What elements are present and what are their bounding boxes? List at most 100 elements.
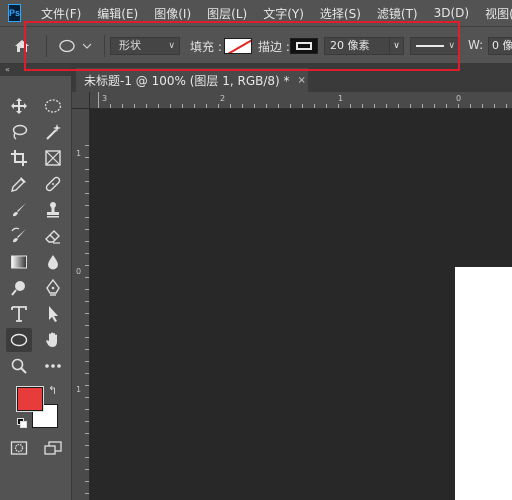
document-tab[interactable]: 未标题-1 @ 100% (图层 1, RGB/8) * × [76,68,308,92]
stroke-type-select[interactable]: ∨ [410,37,460,55]
ruler-tick [422,104,423,108]
menu-3d[interactable]: 3D(D) [434,6,469,20]
frame-tool[interactable] [40,146,66,170]
ruler-tick [398,104,399,108]
ruler-tick [98,92,99,108]
history-brush-tool[interactable] [6,224,32,248]
ruler-tick [494,104,495,108]
pen-tool[interactable] [40,276,66,300]
home-icon [15,40,29,52]
fill-color-swatch[interactable] [224,38,252,54]
foreground-color-swatch[interactable] [16,386,44,412]
eyedropper-tool[interactable] [6,172,32,196]
zoom-tool[interactable] [6,354,32,378]
ruler-tick [85,145,89,146]
divider [46,35,47,57]
lasso-tool[interactable] [6,120,32,144]
options-bar: 形状 ∨ 填充 : 描边 : 20 像素 ∨ ∨ W: 0 像 [0,26,512,64]
ruler-tick [350,104,351,108]
tools-panel-collapse[interactable]: « [0,64,71,76]
ruler-tick [434,104,435,108]
menu-image[interactable]: 图像(I) [154,5,191,22]
water-drop-icon [48,255,58,270]
ruler-tick [85,481,89,482]
menu-select[interactable]: 选择(S) [320,5,361,22]
stroke-label: 描边 : [258,40,290,54]
ruler-tick [446,104,447,108]
menu-file[interactable]: 文件(F) [41,5,81,22]
horizontal-ruler[interactable]: 3 2 1 0 [90,92,512,109]
ruler-tick [85,493,89,494]
crop-tool[interactable] [6,146,32,170]
ruler-tick [85,409,89,410]
ruler-tick [85,349,89,350]
ruler-tick [85,313,89,314]
ruler-tick [470,104,471,108]
ruler-tick [85,397,89,398]
ruler-tick [254,104,255,108]
dodge-icon [11,281,25,296]
ruler-tick [302,104,303,108]
magic-wand-tool[interactable] [40,120,66,144]
blur-tool[interactable] [40,250,66,274]
photoshop-logo: Ps [8,4,22,22]
ruler-tick [134,104,135,108]
move-tool[interactable] [6,94,32,118]
clone-stamp-tool[interactable] [40,198,66,222]
elliptical-marquee-tool[interactable] [40,94,66,118]
screen-mode-button[interactable] [40,436,66,460]
fill-label: 填充 : [190,40,222,54]
document-canvas[interactable] [455,267,512,500]
gradient-tool[interactable] [6,250,32,274]
type-tool[interactable] [6,302,32,326]
ruler-tick [85,205,89,206]
ruler-label: 0 [456,94,462,103]
ruler-tick [482,104,483,108]
ruler-tick [85,193,89,194]
move-icon [11,98,27,114]
menu-layer[interactable]: 图层(L) [207,5,247,22]
frame-icon [45,150,61,166]
home-button[interactable] [10,35,34,57]
vertical-ruler[interactable]: 1 0 1 [72,109,90,500]
menu-edit[interactable]: 编辑(E) [97,5,138,22]
ruler-label: 1 [76,385,82,394]
tool-mode-value: 形状 [119,39,141,52]
swap-colors-icon[interactable]: ↰ [48,384,57,397]
path-selection-tool[interactable] [40,302,66,326]
ruler-tick [85,217,89,218]
ruler-tick [85,325,89,326]
menu-view[interactable]: 视图(V) [485,5,512,22]
ruler-tick [146,104,147,108]
tool-preset-picker[interactable] [58,36,100,56]
ruler-tick [182,104,183,108]
width-input[interactable]: 0 像 [488,37,512,55]
hand-icon [46,332,57,347]
spot-healing-tool[interactable] [40,172,66,196]
eraser-tool[interactable] [40,224,66,248]
divider [104,35,105,57]
close-icon[interactable]: × [298,75,306,86]
ruler-tick [85,469,89,470]
menu-type[interactable]: 文字(Y) [263,5,304,22]
dodge-tool[interactable] [6,276,32,300]
brush-tool[interactable] [6,198,32,222]
hand-tool[interactable] [40,328,66,352]
magic-wand-icon [46,124,61,140]
ellipse-tool[interactable] [6,328,32,352]
pasteboard[interactable] [91,110,512,500]
stroke-color-swatch[interactable] [290,38,318,54]
ruler-tick [85,169,89,170]
chevron-down-icon[interactable]: ∨ [389,38,403,54]
quick-mask-button[interactable] [6,436,32,460]
ruler-origin[interactable] [72,92,90,109]
width-label: W: [468,38,484,52]
edit-toolbar-button[interactable] [40,354,66,378]
menu-filter[interactable]: 滤镜(T) [377,5,418,22]
default-colors-icon[interactable] [17,418,27,428]
ruler-tick [85,421,89,422]
stroke-width-field[interactable]: 20 像素 ∨ [324,37,404,55]
ruler-tick [374,104,375,108]
ruler-tick [230,104,231,108]
tool-mode-select[interactable]: 形状 ∨ [110,37,180,55]
